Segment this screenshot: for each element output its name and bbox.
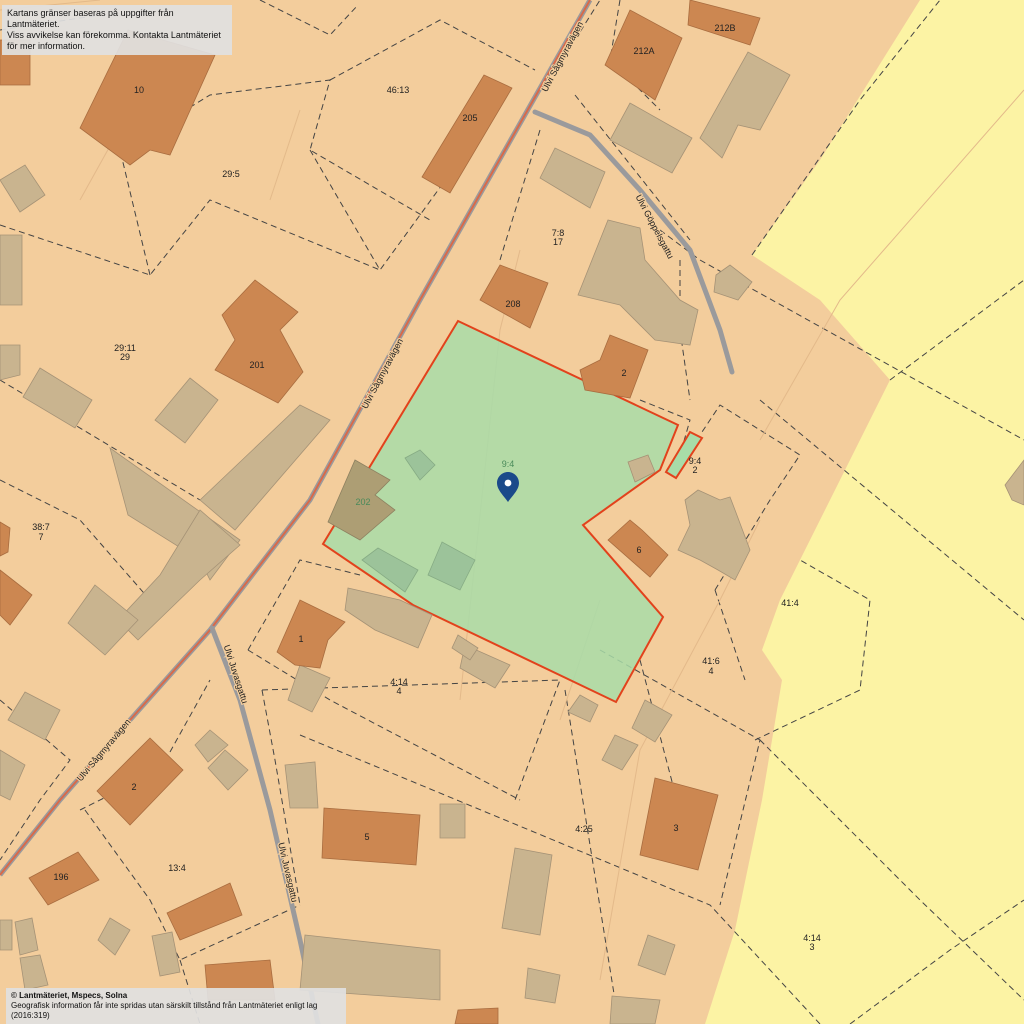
house-6-label: 6: [636, 545, 641, 555]
parcel-41-6-sub: 4: [708, 666, 713, 676]
parcel-38-7-sub: 7: [38, 532, 43, 542]
parcel-7-8-sub: 17: [553, 237, 563, 247]
house-212b-label: 212B: [714, 23, 735, 33]
parcel-29-5: 29:5: [222, 169, 240, 179]
house-208-label: 208: [505, 299, 520, 309]
selected-parcel-label: 9:4: [502, 459, 515, 469]
parcel-29-11-sub: 29: [120, 352, 130, 362]
house-201-label: 201: [249, 360, 264, 370]
property-map[interactable]: 46:13 29:5 29:11 29 38:7 7 7:8 17 9:4 2 …: [0, 0, 1024, 1024]
house-2-left-label: 2: [131, 782, 136, 792]
house-205-label: 205: [462, 113, 477, 123]
disclaimer-line-1: Kartans gränser baseras på uppgifter frå…: [7, 8, 174, 29]
house-212a-label: 212A: [633, 46, 654, 56]
copyright-line-1: © Lantmäteriet, Mspecs, Solna: [11, 991, 128, 1000]
parcel-41-4: 41:4: [781, 598, 799, 608]
parcel-4-14-east-sub: 3: [809, 942, 814, 952]
house-1-label: 1: [298, 634, 303, 644]
parcel-41-6: 41:6: [702, 656, 720, 666]
house-5-label: 5: [364, 832, 369, 842]
parcel-4-25: 4:25: [575, 824, 593, 834]
parcel-4-14-sub: 4: [396, 686, 401, 696]
house-196-label: 196: [53, 872, 68, 882]
parcel-9-4-small-sub: 2: [692, 465, 697, 475]
parcel-46-13: 46:13: [387, 85, 410, 95]
house-3-label: 3: [673, 823, 678, 833]
copyright-box: © Lantmäteriet, Mspecs, Solna Geografisk…: [6, 988, 346, 1024]
disclaimer-line-2: Viss avvikelse kan förekomma. Kontakta L…: [7, 30, 221, 51]
disclaimer-box: Kartans gränser baseras på uppgifter frå…: [2, 5, 232, 55]
copyright-line-2: Geografisk information får inte spridas …: [11, 1001, 318, 1020]
parcel-38-7: 38:7: [32, 522, 50, 532]
house-202-label: 202: [355, 497, 370, 507]
house-10-label: 10: [134, 85, 144, 95]
house-2-top-label: 2: [621, 368, 626, 378]
parcel-13-4: 13:4: [168, 863, 186, 873]
